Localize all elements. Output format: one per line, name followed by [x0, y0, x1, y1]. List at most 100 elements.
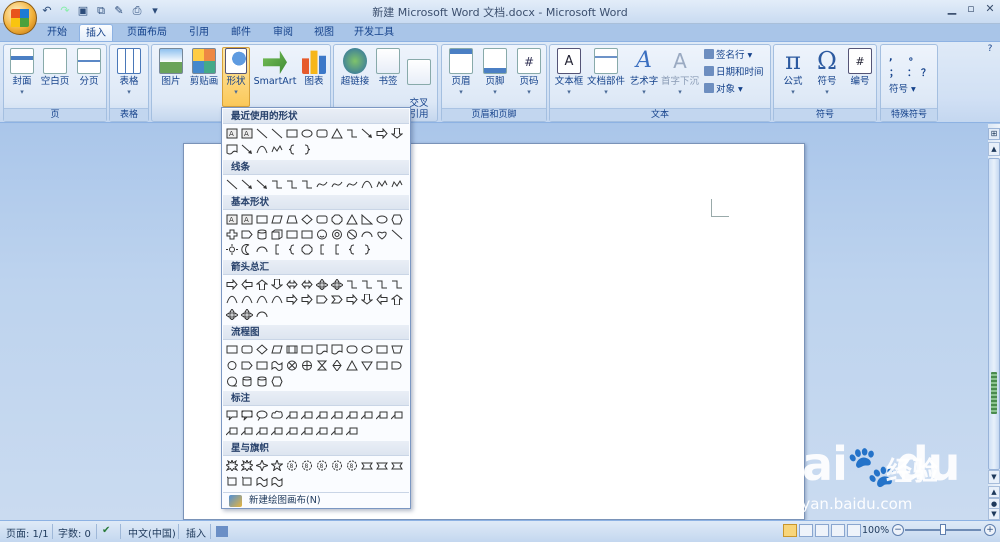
textbox-shape-icon[interactable]: A [240, 127, 254, 140]
text-box-button[interactable]: A 文本框 ▾ [553, 48, 585, 98]
language-indicator[interactable]: 中文(中国) [128, 525, 176, 540]
pent-shape-icon[interactable] [315, 293, 329, 306]
elbow-shape-icon[interactable] [345, 278, 359, 291]
zoom-in-icon[interactable]: + [984, 524, 996, 536]
colon-symbol[interactable]: ： [907, 67, 917, 81]
plus-shape-icon[interactable] [225, 228, 239, 241]
darrow-shape-icon[interactable] [270, 278, 284, 291]
tab-references[interactable]: 引用 [182, 24, 216, 42]
full-screen-reading-icon[interactable] [799, 524, 813, 537]
special-symbol-button[interactable]: 符号 ▾ [889, 83, 916, 97]
print-icon[interactable]: ⎙ [130, 4, 144, 18]
bookmark-button[interactable]: 书签 [374, 48, 402, 87]
burst-shape-icon[interactable] [240, 459, 254, 472]
para-shape-icon[interactable] [270, 343, 284, 356]
zoom-slider-thumb[interactable] [940, 524, 946, 535]
lcall-shape-icon[interactable] [240, 425, 254, 438]
previous-page-icon[interactable]: ▲ [988, 486, 1000, 498]
wave-shape-icon[interactable] [270, 475, 284, 488]
cloud-shape-icon[interactable] [270, 409, 284, 422]
quad-shape-icon[interactable] [330, 278, 344, 291]
lrarrow-shape-icon[interactable] [300, 278, 314, 291]
arrowline-shape-icon[interactable] [360, 127, 374, 140]
oval-shape-icon[interactable] [360, 343, 374, 356]
rarrow-shape-icon[interactable] [375, 127, 389, 140]
diam-shape-icon[interactable] [255, 343, 269, 356]
lrarrow-shape-icon[interactable] [285, 278, 299, 291]
line-shape-icon[interactable] [255, 127, 269, 140]
doc-shape-icon[interactable] [315, 343, 329, 356]
insert-mode[interactable]: 插入 [186, 525, 206, 540]
symbol-button[interactable]: Ω 符号 ▾ [812, 48, 842, 98]
pent-shape-icon[interactable] [240, 228, 254, 241]
free-shape-icon[interactable] [390, 178, 404, 191]
conn-shape-icon[interactable] [225, 359, 239, 372]
quad-shape-icon[interactable] [315, 278, 329, 291]
tab-mailings[interactable]: 邮件 [224, 24, 258, 42]
rect-shape-icon[interactable] [225, 343, 239, 356]
moon-shape-icon[interactable] [240, 243, 254, 256]
office-button[interactable] [3, 1, 37, 35]
rtri-shape-icon[interactable] [360, 213, 374, 226]
smartart-button[interactable]: SmartArt [253, 48, 297, 87]
elbow-shape-icon[interactable] [360, 278, 374, 291]
next-page-icon[interactable]: ▼ [988, 508, 1000, 520]
object-button[interactable]: 对象 ▾ [704, 83, 743, 97]
scroll-thumb[interactable] [988, 158, 1000, 470]
ribbon-shape-icon[interactable] [360, 459, 374, 472]
web-layout-icon[interactable] [815, 524, 829, 537]
period-symbol[interactable]: 。 [909, 51, 919, 65]
shapes-button[interactable]: 形状 ▾ [222, 47, 250, 107]
draft-view-icon[interactable] [847, 524, 861, 537]
bracket-shape-icon[interactable] [270, 243, 284, 256]
manual-shape-icon[interactable] [390, 343, 404, 356]
lcall-shape-icon[interactable] [330, 425, 344, 438]
ribbon-shape-icon[interactable] [390, 459, 404, 472]
seal-shape-icon[interactable]: 8 [300, 459, 314, 472]
chart-button[interactable]: 图表 [300, 48, 328, 87]
tab-view[interactable]: 视图 [307, 24, 341, 42]
semicolon-symbol[interactable]: ； [889, 67, 899, 81]
lcall-shape-icon[interactable] [360, 409, 374, 422]
bracket-shape-icon[interactable] [330, 243, 344, 256]
tab-review[interactable]: 审阅 [266, 24, 300, 42]
pent-shape-icon[interactable] [240, 359, 254, 372]
donut-shape-icon[interactable] [330, 228, 344, 241]
wordart-button[interactable]: A 艺术字 ▾ [628, 48, 660, 98]
darrow-shape-icon[interactable] [360, 293, 374, 306]
header-button[interactable]: 页眉 ▾ [446, 48, 476, 98]
larrow-shape-icon[interactable] [375, 293, 389, 306]
lcall-shape-icon[interactable] [315, 425, 329, 438]
quick-parts-button[interactable]: 文档部件 ▾ [586, 48, 626, 98]
elbow-shape-icon[interactable] [345, 127, 359, 140]
hex-shape-icon[interactable] [270, 375, 284, 388]
elbow-shape-icon[interactable] [300, 178, 314, 191]
tri-shape-icon[interactable] [330, 127, 344, 140]
collate-shape-icon[interactable] [315, 359, 329, 372]
darrow-shape-icon[interactable] [390, 127, 404, 140]
rrect-shape-icon[interactable] [315, 127, 329, 140]
arc-shape-icon[interactable] [255, 243, 269, 256]
word-count[interactable]: 字数: 0 [58, 525, 91, 540]
line-shape-icon[interactable] [270, 127, 284, 140]
trap-shape-icon[interactable] [285, 213, 299, 226]
wave-shape-icon[interactable] [270, 359, 284, 372]
drop-cap-button[interactable]: A 首字下沉 ▾ [660, 48, 700, 98]
brace-shape-icon[interactable] [345, 243, 359, 256]
bracket-shape-icon[interactable] [315, 243, 329, 256]
diam-shape-icon[interactable] [300, 213, 314, 226]
nosym-shape-icon[interactable] [345, 228, 359, 241]
tab-page-layout[interactable]: 页面布局 [122, 24, 172, 42]
seal-shape-icon[interactable]: 8 [345, 459, 359, 472]
numbering-button[interactable]: # 编号 [846, 48, 874, 87]
oct-shape-icon[interactable] [300, 243, 314, 256]
tri-shape-icon[interactable] [345, 359, 359, 372]
brace-shape-icon[interactable] [285, 243, 299, 256]
ribbon-shape-icon[interactable] [375, 459, 389, 472]
seal-shape-icon[interactable]: 8 [285, 459, 299, 472]
callo-shape-icon[interactable] [255, 409, 269, 422]
line-shape-icon[interactable] [225, 178, 239, 191]
chev-shape-icon[interactable] [330, 293, 344, 306]
textbox-shape-icon[interactable]: A [225, 127, 239, 140]
sort-shape-icon[interactable] [330, 359, 344, 372]
